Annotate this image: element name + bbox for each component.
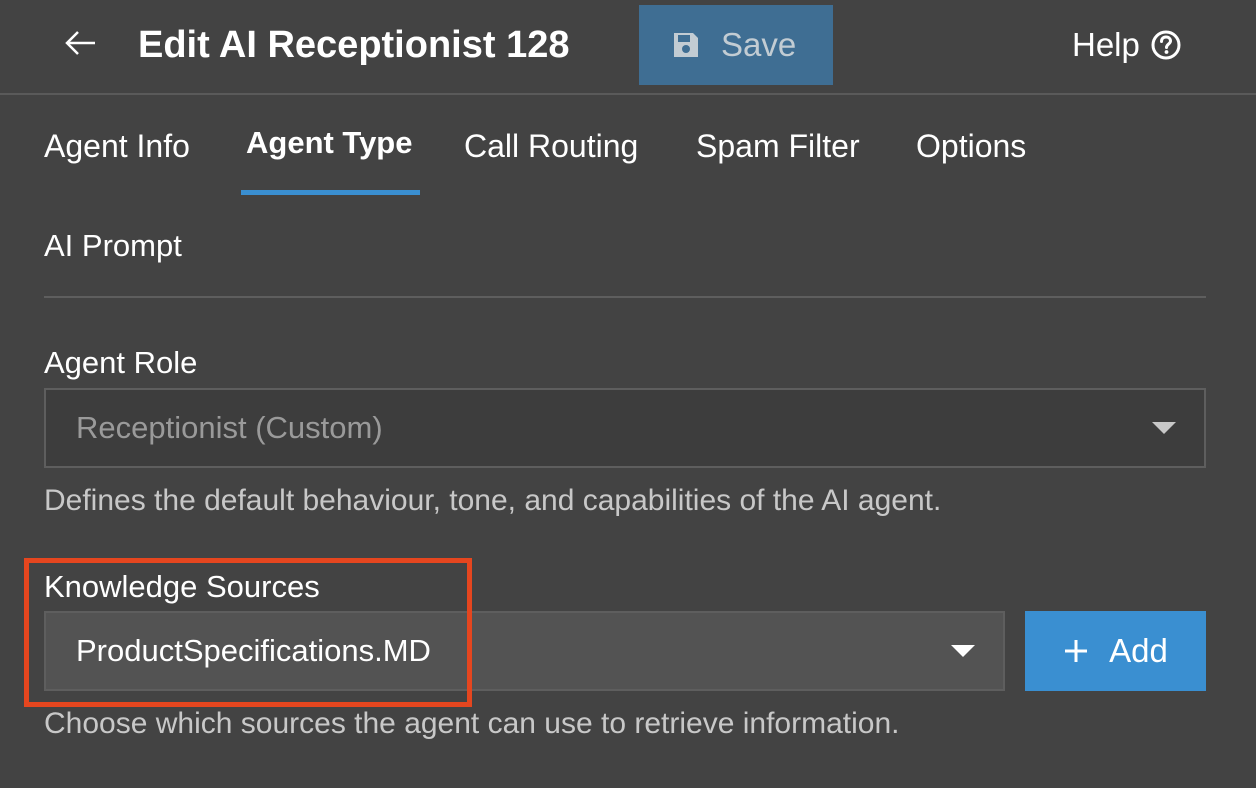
active-tab-indicator [241,190,420,195]
agent-role-select[interactable]: Receptionist (Custom) [44,388,1206,468]
highlight-annotation [24,558,472,707]
agent-role-label: Agent Role [44,345,198,380]
floppy-disk-icon [671,30,701,60]
page-title: Edit AI Receptionist 128 [138,24,570,66]
agent-role-value: Receptionist (Custom) [76,410,383,445]
save-button[interactable]: Save [639,5,833,85]
save-button-label: Save [721,26,797,63]
plus-icon [1063,638,1089,664]
knowledge-sources-helper: Choose which sources the agent can use t… [44,707,900,740]
app-header: Edit AI Receptionist 128 Save Help [0,0,1256,95]
tab-bar: Agent Info Agent Type Call Routing Spam … [0,96,1256,196]
add-knowledge-source-button[interactable]: Add [1025,611,1206,691]
help-button[interactable]: Help [1072,22,1182,68]
tab-spam-filter[interactable]: Spam Filter [696,96,860,196]
add-button-label: Add [1109,632,1168,669]
tab-agent-info[interactable]: Agent Info [44,96,190,196]
chevron-down-icon [1152,422,1176,434]
help-button-label: Help [1072,26,1140,63]
chevron-down-icon [951,645,975,657]
section-divider [44,296,1206,298]
section-title: AI Prompt [44,228,182,263]
question-circle-icon [1150,29,1182,61]
tab-options[interactable]: Options [916,96,1026,196]
arrow-left-icon [64,30,98,61]
agent-role-helper: Defines the default behaviour, tone, and… [44,484,942,517]
back-button[interactable] [56,22,106,68]
tab-agent-type[interactable]: Agent Type [246,96,413,196]
tab-call-routing[interactable]: Call Routing [464,96,638,196]
